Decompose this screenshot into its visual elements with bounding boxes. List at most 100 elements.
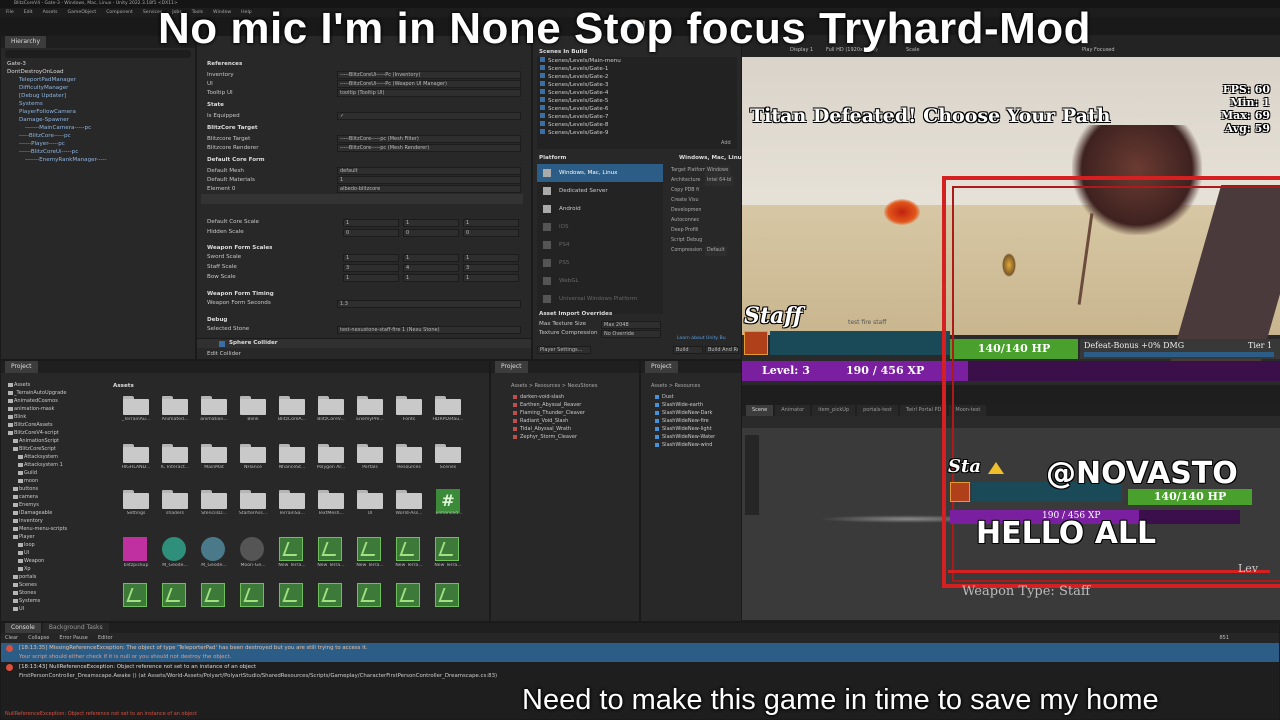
folder-icon[interactable] bbox=[123, 489, 149, 509]
hierarchy-item[interactable]: [Debug Updater] bbox=[7, 92, 195, 100]
build-button[interactable]: Build bbox=[673, 346, 703, 354]
folder-icon[interactable] bbox=[396, 395, 422, 415]
hierarchy-item[interactable]: -------MainCamera-----pc bbox=[7, 124, 195, 132]
build-scene-item[interactable]: Scenes/Levels/Gate-6 bbox=[537, 105, 737, 113]
folder-icon[interactable] bbox=[435, 395, 461, 415]
folder-icon[interactable] bbox=[357, 443, 383, 463]
scene-tab[interactable]: Animator bbox=[775, 405, 811, 416]
scene-tab[interactable]: Scene bbox=[746, 405, 774, 416]
staff-scale-y[interactable]: 4 bbox=[403, 264, 459, 272]
resource-item[interactable]: SlashWideNew-wind bbox=[655, 441, 741, 449]
platform-item[interactable]: WebGL bbox=[537, 272, 663, 290]
scene-checkbox[interactable] bbox=[540, 73, 545, 78]
scene-checkbox[interactable] bbox=[540, 57, 545, 62]
resource-item[interactable]: Dust bbox=[655, 393, 741, 401]
folder-icon[interactable] bbox=[318, 443, 344, 463]
build-scene-item[interactable]: Scenes/Levels/Gate-8 bbox=[537, 121, 737, 129]
nexustone-item[interactable]: Tidal_Abyssal_Wrath bbox=[513, 425, 633, 433]
folder-icon[interactable] bbox=[396, 489, 422, 509]
csharp-script-icon[interactable]: # bbox=[436, 489, 460, 513]
menu-assets[interactable]: Assets bbox=[43, 10, 58, 15]
project-tree-item[interactable]: Menu-menu-scripts bbox=[3, 525, 105, 533]
scene-tab[interactable]: portals-test bbox=[857, 405, 898, 416]
inspector-row-value[interactable]: albedo-blitzcore bbox=[337, 185, 521, 193]
default-core-scale-y[interactable]: 1 bbox=[403, 219, 459, 227]
platform-item[interactable]: Dedicated Server bbox=[537, 182, 663, 200]
tab-background-tasks[interactable]: Background Tasks bbox=[42, 623, 109, 633]
tab-console[interactable]: Console bbox=[5, 623, 41, 633]
project-tree-item[interactable]: UI bbox=[3, 549, 105, 557]
project-tree-item[interactable]: BlitzCoreV4-script bbox=[3, 429, 105, 437]
clear-button[interactable]: Clear bbox=[5, 635, 18, 641]
inspector-row-value[interactable]: 1 bbox=[337, 176, 521, 184]
project-tree-item[interactable]: Inventory bbox=[3, 517, 105, 525]
project-tree-item[interactable]: AnimatedCosmos bbox=[3, 397, 105, 405]
console-message-1[interactable]: [18:13:35] MissingReferenceException: Th… bbox=[1, 643, 1279, 662]
folder-icon[interactable] bbox=[279, 489, 305, 509]
folder-icon[interactable] bbox=[201, 489, 227, 509]
terrain-layer-icon[interactable] bbox=[318, 537, 342, 561]
hierarchy-item[interactable]: ------BlitzCoreUi-----pc bbox=[7, 148, 195, 156]
project-tree-item[interactable]: Systems bbox=[3, 597, 105, 605]
folder-icon[interactable] bbox=[435, 443, 461, 463]
material-thumbnail[interactable] bbox=[201, 537, 225, 561]
nexustone-item[interactable]: Zephyr_Storm_Cleaver bbox=[513, 433, 633, 441]
max-texture-dropdown[interactable]: Max 2048 bbox=[601, 321, 661, 329]
folder-icon[interactable] bbox=[123, 395, 149, 415]
inspector-row-value[interactable]: default bbox=[337, 167, 521, 175]
inspector-row-value[interactable]: -----BlitzCoreUi-----Pc (Weapon UI Manag… bbox=[337, 80, 521, 88]
material-thumbnail[interactable] bbox=[123, 537, 147, 561]
project-tree-item[interactable]: camera bbox=[3, 493, 105, 501]
resource-item[interactable]: SlashWideNew-Water bbox=[655, 433, 741, 441]
scene-tab[interactable]: item_pickUp bbox=[812, 405, 856, 416]
project-tree-item[interactable]: BlitzCoreAssets bbox=[3, 421, 105, 429]
platform-setting-value[interactable]: Windows bbox=[705, 166, 731, 176]
platform-item[interactable]: PS5 bbox=[537, 254, 663, 272]
error-count[interactable]: 851 bbox=[1219, 635, 1229, 641]
folder-icon[interactable] bbox=[357, 489, 383, 509]
sword-scale-z[interactable]: 1 bbox=[463, 254, 519, 262]
platform-item[interactable]: PS4 bbox=[537, 236, 663, 254]
platform-item[interactable]: Universal Windows Platform bbox=[537, 290, 663, 308]
terrain-layer-icon[interactable] bbox=[123, 583, 147, 607]
tab-project[interactable]: Project bbox=[5, 361, 38, 373]
project-tree-item[interactable]: Attacksystem 1 bbox=[3, 461, 105, 469]
staff-scale-x[interactable]: 3 bbox=[343, 264, 399, 272]
collapse-button[interactable]: Collapse bbox=[28, 635, 49, 641]
project-tree-item[interactable]: Player bbox=[3, 533, 105, 541]
scene-tab[interactable]: Twirl Portal PD bbox=[899, 405, 948, 416]
bow-scale-z[interactable]: 1 bbox=[463, 274, 519, 282]
platform-item[interactable]: Android bbox=[537, 200, 663, 218]
platform-setting-value[interactable]: Intel 64-bi bbox=[705, 176, 734, 186]
menu-gameobject[interactable]: GameObject bbox=[68, 10, 97, 15]
sphere-collider-header[interactable]: Sphere Collider bbox=[197, 338, 531, 348]
inspector-row-value[interactable]: ✓ bbox=[337, 112, 521, 120]
folder-icon[interactable] bbox=[279, 395, 305, 415]
tab-project-3[interactable]: Project bbox=[645, 361, 678, 373]
folder-icon[interactable] bbox=[240, 395, 266, 415]
hidden-scale-y[interactable]: 0 bbox=[403, 229, 459, 237]
inspector-row-value[interactable]: -----BlitzCore-----pc (Mesh Renderer) bbox=[337, 144, 521, 152]
folder-icon[interactable] bbox=[201, 395, 227, 415]
resource-item[interactable]: SlashWide-earth bbox=[655, 401, 741, 409]
nexustone-item[interactable]: Flaming_Thunder_Cleaver bbox=[513, 409, 633, 417]
component-checkbox[interactable] bbox=[219, 341, 225, 347]
inspector-row-value[interactable]: -----BlitzCoreUi-----Pc (Inventory) bbox=[337, 71, 521, 79]
resource-item[interactable]: SlashWideNew-Dark bbox=[655, 409, 741, 417]
sword-scale-y[interactable]: 1 bbox=[403, 254, 459, 262]
build-scene-item[interactable]: Scenes/Levels/Gate-7 bbox=[537, 113, 737, 121]
weapon-form-seconds-field[interactable]: 1.3 bbox=[337, 300, 521, 308]
project-tree-item[interactable]: BlitzCoreScript bbox=[3, 445, 105, 453]
sword-scale-x[interactable]: 1 bbox=[343, 254, 399, 262]
nexustone-item[interactable]: Earthen_Abyssal_Reaver bbox=[513, 401, 633, 409]
add-open-scenes-button[interactable]: Add bbox=[721, 140, 731, 146]
folder-icon[interactable] bbox=[201, 443, 227, 463]
material-thumbnail[interactable] bbox=[162, 537, 186, 561]
project-tree-item[interactable]: buttons bbox=[3, 485, 105, 493]
tab-hierarchy[interactable]: Hierarchy bbox=[5, 36, 47, 48]
project-tree-item[interactable]: moon bbox=[3, 477, 105, 485]
tab-project-2[interactable]: Project bbox=[495, 361, 528, 373]
platform-item[interactable]: iOS bbox=[537, 218, 663, 236]
terrain-layer-icon[interactable] bbox=[162, 583, 186, 607]
folder-icon[interactable] bbox=[162, 395, 188, 415]
